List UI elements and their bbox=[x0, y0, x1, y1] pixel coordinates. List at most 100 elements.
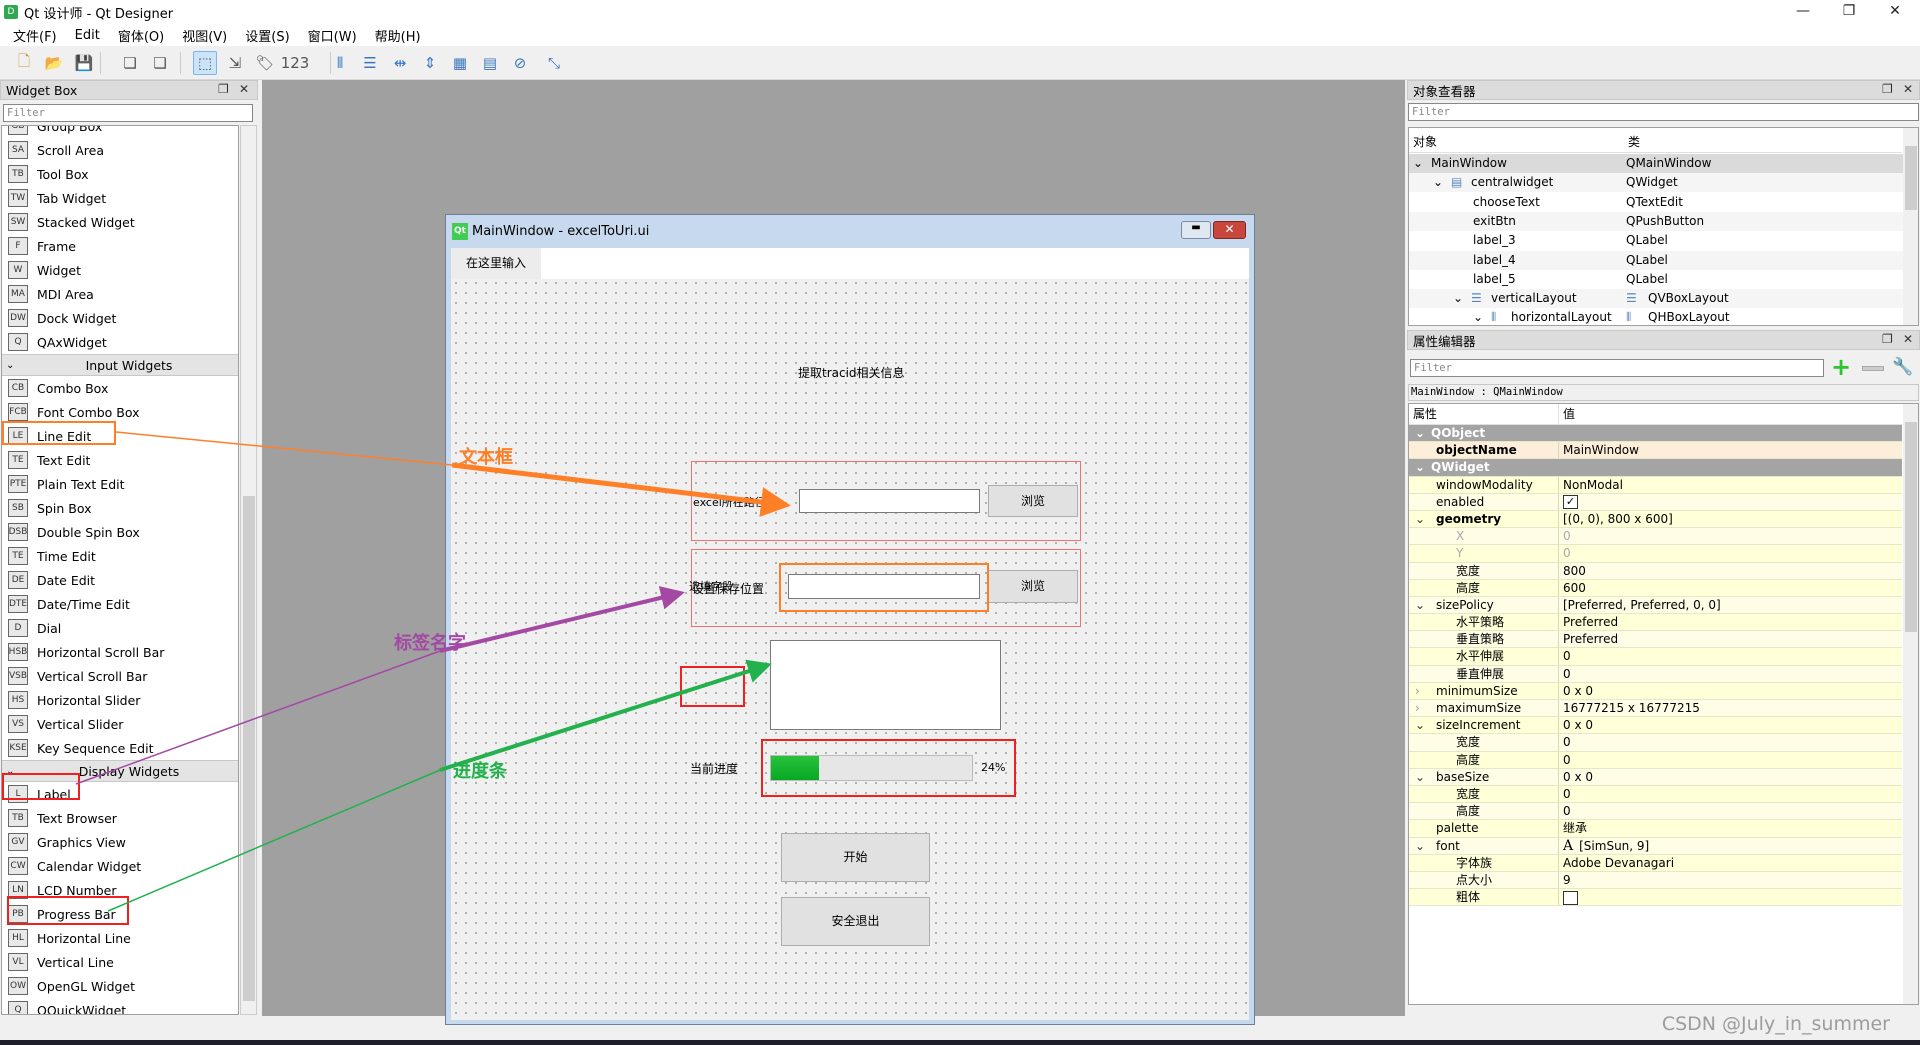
property-name: 垂直策略 bbox=[1456, 632, 1505, 647]
object-tree-row[interactable]: ⌄ ▤ centralwidget QWidget bbox=[1409, 173, 1918, 193]
object-tree-row[interactable]: chooseText QTextEdit bbox=[1409, 193, 1918, 212]
property-row[interactable]: X0 bbox=[1409, 528, 1902, 546]
object-tree-row[interactable]: ⌄ MainWindow QMainWindow bbox=[1409, 154, 1918, 173]
chevron-down-icon[interactable]: ⌄ bbox=[1453, 289, 1463, 308]
property-value-cell[interactable]: 0 bbox=[1559, 666, 1902, 682]
property-value-cell[interactable]: 0 bbox=[1559, 803, 1902, 819]
property-row[interactable]: 垂直伸展 0 bbox=[1409, 665, 1902, 683]
property-row[interactable]: ⌄ sizePolicy [Preferred, Preferred, 0, 0] bbox=[1409, 596, 1902, 615]
column-header-value[interactable]: 值 bbox=[1559, 404, 1575, 424]
property-value-cell[interactable]: 9 bbox=[1559, 872, 1902, 888]
property-row[interactable]: 点大小 9 bbox=[1409, 871, 1902, 890]
property-value-cell[interactable]: Adobe Devanagari bbox=[1559, 855, 1902, 871]
chevron-right-icon[interactable]: › bbox=[1415, 683, 1420, 700]
property-row[interactable]: 宽度 800 bbox=[1409, 562, 1902, 580]
label-name-annotation: 标签名字 bbox=[394, 633, 466, 654]
property-row[interactable]: 粗体 bbox=[1409, 889, 1902, 907]
object-inspector-filter-input[interactable]: Filter bbox=[1408, 103, 1919, 121]
remove-property-icon[interactable] bbox=[1862, 366, 1884, 371]
checkbox-checked[interactable]: ✓ bbox=[1563, 495, 1578, 510]
property-row[interactable]: windowModality NonModal bbox=[1409, 476, 1902, 494]
object-tree-row[interactable]: label_3 QLabel bbox=[1409, 231, 1918, 250]
property-value-cell[interactable]: 0 bbox=[1559, 734, 1902, 750]
object-tree-scrollbar[interactable] bbox=[1903, 128, 1918, 325]
property-value-cell[interactable]: MainWindow bbox=[1559, 442, 1902, 458]
property-row[interactable]: 宽度 0 bbox=[1409, 734, 1902, 752]
property-row[interactable]: 高度 0 bbox=[1409, 751, 1902, 769]
property-filter-input[interactable]: Filter bbox=[1410, 359, 1824, 377]
object-tree-row[interactable]: label_4 QLabel bbox=[1409, 250, 1918, 270]
property-row[interactable]: Y0 bbox=[1409, 545, 1902, 563]
property-row[interactable]: ⌄ font A [SimSun, 9] bbox=[1409, 837, 1902, 855]
chevron-down-icon[interactable]: ⌄ bbox=[1433, 173, 1443, 192]
property-row[interactable]: 高度 0 bbox=[1409, 803, 1902, 821]
object-tree-row[interactable]: exitBtn QPushButton bbox=[1409, 211, 1918, 231]
chevron-down-icon[interactable]: ⌄ bbox=[1415, 511, 1425, 528]
property-value-cell[interactable]: ✓ bbox=[1559, 494, 1902, 510]
property-value-cell[interactable]: [(0, 0), 800 x 600] bbox=[1559, 511, 1902, 527]
property-row[interactable]: 垂直策略 Preferred bbox=[1409, 631, 1902, 649]
chevron-down-icon[interactable]: ⌄ bbox=[1415, 597, 1425, 614]
property-row[interactable]: 字体族 Adobe Devanagari bbox=[1409, 854, 1902, 872]
float-icon[interactable]: ❐ bbox=[1882, 332, 1893, 346]
property-value-cell[interactable]: A [SimSun, 9] bbox=[1559, 838, 1902, 854]
property-row[interactable]: ⌄ sizeIncrement 0 x 0 bbox=[1409, 717, 1902, 735]
property-value-cell[interactable]: 0 bbox=[1559, 786, 1902, 802]
property-row[interactable]: ⌄ baseSize 0 x 0 bbox=[1409, 768, 1902, 786]
property-value-cell[interactable]: Preferred bbox=[1559, 631, 1902, 647]
property-value-cell[interactable]: NonModal bbox=[1559, 477, 1902, 493]
property-row[interactable]: › maximumSize 16777215 x 16777215 bbox=[1409, 700, 1902, 718]
add-dynamic-property-icon[interactable]: + bbox=[1831, 355, 1851, 379]
property-value-cell[interactable]: Preferred bbox=[1559, 614, 1902, 630]
property-row[interactable]: enabled ✓ bbox=[1409, 493, 1902, 511]
property-value-cell[interactable]: 0 bbox=[1559, 545, 1902, 561]
checkbox-unchecked[interactable] bbox=[1563, 890, 1578, 905]
chevron-down-icon[interactable]: ⌄ bbox=[1413, 154, 1423, 173]
float-icon[interactable]: ❐ bbox=[1882, 82, 1893, 96]
property-row[interactable]: objectName MainWindow bbox=[1409, 442, 1902, 460]
chevron-down-icon[interactable]: ⌄ bbox=[1415, 838, 1425, 855]
chevron-down-icon[interactable]: ⌄ bbox=[1409, 459, 1431, 475]
column-header-property[interactable]: 属性 bbox=[1409, 404, 1559, 424]
property-row[interactable]: › minimumSize 0 x 0 bbox=[1409, 682, 1902, 700]
property-value-cell[interactable] bbox=[1559, 889, 1902, 905]
property-value-cell[interactable]: 0 x 0 bbox=[1559, 683, 1902, 699]
object-tree-row[interactable]: ⌄ ⦀ horizontalLayout ⦀ QHBoxLayout bbox=[1409, 308, 1918, 325]
property-row[interactable]: ⌄ geometry [(0, 0), 800 x 600] bbox=[1409, 510, 1902, 529]
close-icon[interactable]: ✕ bbox=[1903, 82, 1913, 96]
chevron-down-icon[interactable]: ⌄ bbox=[1409, 425, 1431, 441]
property-row[interactable]: palette 继承 bbox=[1409, 820, 1902, 838]
column-header-class[interactable]: 类 bbox=[1628, 133, 1640, 150]
property-table-scrollbar[interactable] bbox=[1903, 404, 1918, 1004]
property-value-cell[interactable]: 0 bbox=[1559, 752, 1902, 768]
property-row[interactable]: ⌄ QWidget bbox=[1409, 459, 1902, 477]
property-row[interactable]: 水平伸展 0 bbox=[1409, 648, 1902, 666]
textbox-annotation: 文本框 bbox=[459, 447, 513, 468]
configure-wrench-icon[interactable]: 🔧 bbox=[1892, 357, 1913, 377]
chevron-right-icon[interactable]: › bbox=[1415, 700, 1420, 717]
object-tree-row[interactable]: ⌄ ☰ verticalLayout ☰ QVBoxLayout bbox=[1409, 289, 1918, 309]
property-row[interactable]: 宽度 0 bbox=[1409, 785, 1902, 804]
label-arrow bbox=[439, 586, 685, 653]
object-class: QHBoxLayout bbox=[1648, 310, 1730, 325]
chevron-down-icon[interactable]: ⌄ bbox=[1473, 308, 1483, 325]
property-value-cell[interactable]: 600 bbox=[1559, 580, 1902, 596]
property-value-cell[interactable]: 0 bbox=[1559, 648, 1902, 664]
chevron-down-icon[interactable]: ⌄ bbox=[1415, 769, 1425, 786]
property-value-cell[interactable]: 800 bbox=[1559, 563, 1902, 579]
object-tree-row[interactable]: label_5 QLabel bbox=[1409, 270, 1918, 289]
property-value-cell[interactable]: 0 x 0 bbox=[1559, 717, 1902, 733]
property-value-cell[interactable]: [Preferred, Preferred, 0, 0] bbox=[1559, 597, 1902, 613]
property-row[interactable]: ⌄ QObject bbox=[1409, 425, 1902, 443]
property-value-cell[interactable]: 0 bbox=[1559, 528, 1902, 544]
property-value-cell[interactable]: 继承 bbox=[1559, 820, 1902, 836]
chevron-down-icon[interactable]: ⌄ bbox=[1415, 717, 1425, 734]
close-icon[interactable]: ✕ bbox=[1903, 332, 1913, 346]
property-value-cell[interactable]: 0 x 0 bbox=[1559, 769, 1902, 785]
property-value-cell[interactable]: 16777215 x 16777215 bbox=[1559, 700, 1902, 716]
object-name: centralwidget bbox=[1471, 175, 1554, 190]
property-row[interactable]: 水平策略 Preferred bbox=[1409, 614, 1902, 632]
property-row[interactable]: 高度 600 bbox=[1409, 579, 1902, 597]
column-header-object[interactable]: 对象 bbox=[1413, 133, 1437, 150]
property-value: 0 bbox=[1563, 666, 1571, 681]
